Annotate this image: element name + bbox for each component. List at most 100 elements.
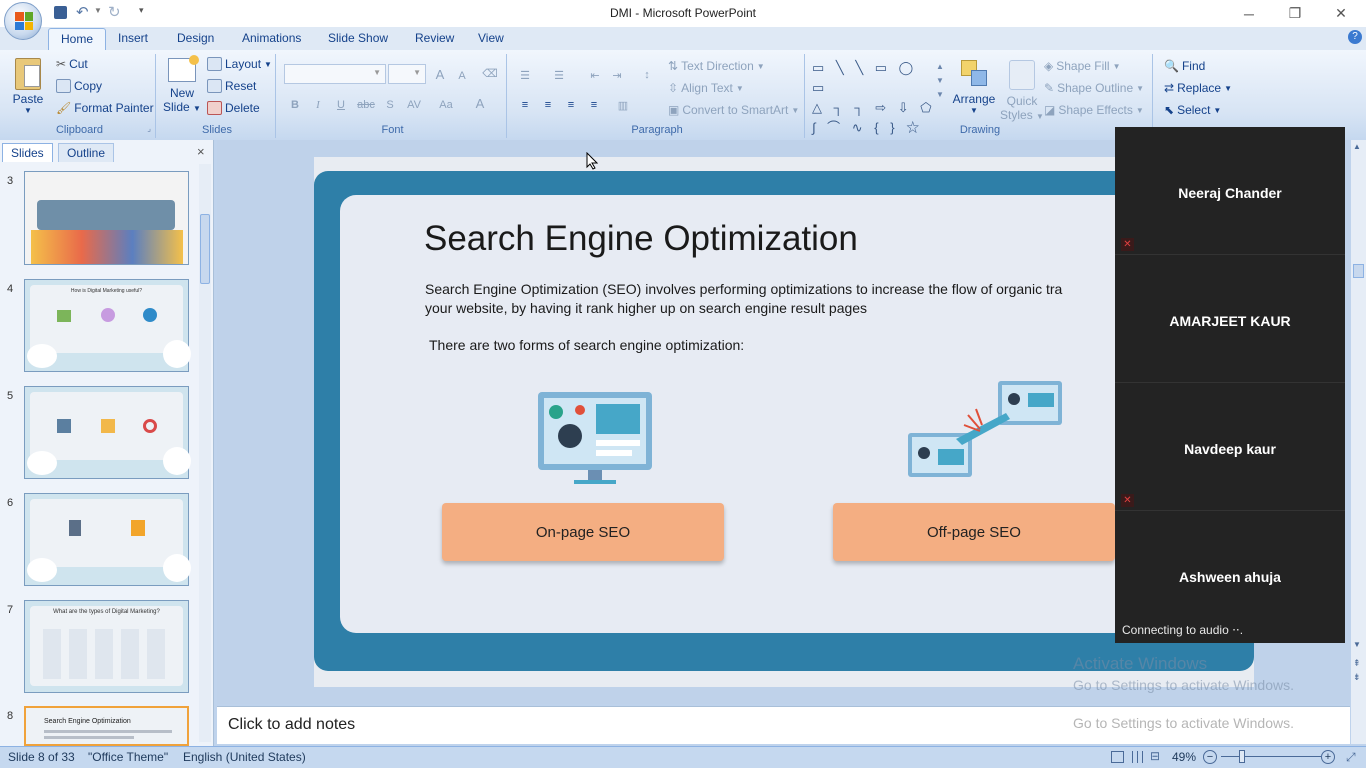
cut-button[interactable]: ✂ Cut [56,57,88,71]
previous-slide-icon[interactable]: ⇞ [1353,658,1361,668]
font-size-select[interactable]: ▼ [388,64,426,84]
tab-home[interactable]: Home [48,28,107,51]
slide-thumbnail[interactable]: What are the types of Digital Marketing? [24,600,189,693]
participant-tile[interactable]: Ashween ahuja [1115,511,1345,639]
underline-button[interactable]: U [332,96,350,114]
canvas-scroll-thumb[interactable] [1353,264,1364,278]
align-right-icon[interactable]: ≡ [562,96,580,114]
shape-outline-button[interactable]: ✎ Shape Outline ▼ [1044,81,1144,95]
zoom-slider-thumb[interactable] [1239,750,1245,763]
new-slide-button[interactable]: New Slide ▼ [163,55,201,118]
zoom-in-icon[interactable]: + [1321,750,1335,764]
text-shadow-button[interactable]: S [381,96,399,114]
zoom-out-icon[interactable]: − [1203,750,1217,764]
quick-styles-button[interactable]: Quick Styles ▼ [1000,56,1044,122]
bold-button[interactable]: B [286,96,304,114]
slide-thumbnail[interactable] [24,386,191,479]
reset-button[interactable]: Reset [207,79,256,93]
fit-to-window-icon[interactable]: ⤢ [1346,750,1356,765]
panel-scrollbar[interactable] [199,164,211,742]
close-icon[interactable]: ✕ [1318,0,1364,27]
format-painter-button[interactable]: 🖌 Format Painter [56,101,154,115]
paste-button[interactable]: Paste ▼ [8,56,48,115]
next-slide-icon[interactable]: ⇟ [1353,672,1361,682]
office-button[interactable] [4,2,42,40]
language-indicator[interactable]: English (United States) [183,750,306,764]
bullets-icon[interactable]: ☰ [516,66,534,84]
convert-smartart-button[interactable]: ▣ Convert to SmartArt ▼ [668,103,799,117]
font-family-select[interactable]: ▼ [284,64,386,84]
slide-body-line[interactable]: Search Engine Optimization (SEO) involve… [425,281,1062,297]
tab-review[interactable]: Review [415,31,454,45]
slide-body-line[interactable]: your website, by having it rank higher u… [425,300,867,316]
grow-font-button[interactable]: A [431,65,449,83]
off-page-seo-box[interactable]: Off-page SEO [833,503,1115,561]
numbering-icon[interactable]: ☰ [550,66,568,84]
tab-insert[interactable]: Insert [118,31,148,45]
arrange-button[interactable]: Arrange ▼ [952,56,996,115]
shapes-gallery[interactable]: ▭ ╲ ╲ ▭ ◯ ▭ △ ┐ ┐ ⇨ ⇩ ⬠ ∫ ⌒ ∿ { } ☆ [812,58,940,135]
increase-indent-icon[interactable]: ⇥ [608,66,626,84]
participant-tile[interactable]: AMARJEET KAUR [1115,255,1345,383]
normal-view-icon[interactable] [1111,751,1124,763]
line-spacing-icon[interactable]: ↕ [638,66,656,84]
convert-smartart-label: Convert to SmartArt [682,103,789,117]
panel-scroll-thumb[interactable] [200,214,210,284]
shapes-scroll-icon[interactable]: ▲ ▼ ▼ [936,60,944,102]
columns-icon[interactable]: ▥ [614,96,632,114]
copy-button[interactable]: Copy [56,79,102,93]
text-direction-button[interactable]: ⇅ Text Direction ▼ [668,59,765,73]
change-case-button[interactable]: Aa [437,96,455,114]
notes-placeholder[interactable]: Click to add notes [228,716,355,734]
justify-icon[interactable]: ≡ [585,96,603,114]
slide-thumbnail-selected[interactable]: Search Engine Optimization [24,706,189,746]
zoom-level[interactable]: 49% [1172,750,1196,764]
minimize-icon[interactable]: ─ [1226,0,1272,27]
slide[interactable]: Search Engine Optimization Search Engine… [314,157,1254,687]
slide-thumbnail[interactable]: How is Digital Marketing useful? [24,279,191,372]
canvas-scrollbar[interactable]: ▲ ▼ ⇞ ⇟ [1351,140,1366,744]
slide-show-icon[interactable]: ⊟ [1150,749,1160,763]
tab-slides[interactable]: Slides [2,143,53,162]
italic-button[interactable]: I [309,96,327,114]
align-text-button[interactable]: ⇳ Align Text ▼ [668,81,744,95]
replace-button[interactable]: ⇄ Replace ▼ [1164,81,1232,95]
character-spacing-button[interactable]: AV [405,96,423,114]
tab-view[interactable]: View [478,31,504,45]
muted-mic-icon: ✕ [1121,494,1134,507]
close-panel-icon[interactable]: × [197,144,205,159]
strikethrough-button[interactable]: abc [357,96,375,114]
slide-thumbnail[interactable] [24,493,191,586]
slide-sorter-icon[interactable] [1132,751,1145,763]
slide-forms-text[interactable]: There are two forms of search engine opt… [429,337,744,353]
slide-thumbnail[interactable] [24,171,189,265]
quick-styles-label-1: Quick [1006,94,1038,108]
font-color-button[interactable]: A [471,94,489,112]
align-center-icon[interactable]: ≡ [539,96,557,114]
decrease-indent-icon[interactable]: ⇤ [586,66,604,84]
slide-title[interactable]: Search Engine Optimization [424,219,858,259]
dialog-launcher-icon[interactable]: ⌟ [147,124,151,133]
find-button[interactable]: 🔍 Find [1164,59,1205,73]
on-page-seo-box[interactable]: On-page SEO [442,503,724,561]
shrink-font-button[interactable]: A [453,67,471,85]
participant-tile[interactable]: Neeraj Chander ✕ [1115,127,1345,255]
shape-fill-button[interactable]: ◈ Shape Fill ▼ [1044,59,1121,73]
clear-formatting-icon[interactable]: ⌫ [481,64,499,82]
tab-outline[interactable]: Outline [58,143,115,162]
scroll-up-icon[interactable]: ▲ [1353,142,1361,151]
restore-icon[interactable]: ❐ [1272,0,1318,27]
participant-tile[interactable]: Navdeep kaur ✕ [1115,383,1345,511]
delete-button[interactable]: Delete [207,101,260,115]
layout-button[interactable]: Layout ▼ [207,57,272,71]
tab-animations[interactable]: Animations [242,31,301,45]
scroll-down-icon[interactable]: ▼ [1353,640,1361,649]
tab-design[interactable]: Design [177,31,214,45]
select-button[interactable]: ⬉ Select ▼ [1164,103,1221,117]
help-icon[interactable]: ? [1348,30,1362,44]
tab-slide-show[interactable]: Slide Show [328,31,388,45]
shape-effects-button[interactable]: ◪ Shape Effects ▼ [1044,103,1144,117]
theme-name[interactable]: "Office Theme" [88,750,168,764]
align-left-icon[interactable]: ≡ [516,96,534,114]
zoom-slider[interactable] [1221,756,1321,757]
